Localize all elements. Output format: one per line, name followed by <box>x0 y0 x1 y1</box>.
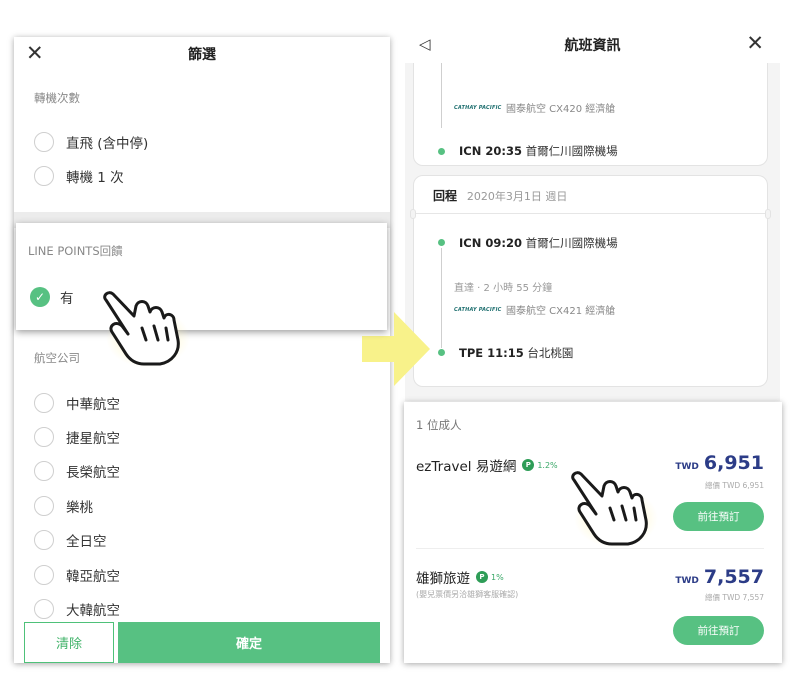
option-label: 直飛 (含中停) <box>66 136 149 152</box>
flight-duration: 直達 · 2 小時 55 分鐘 <box>454 283 553 294</box>
price-amount: 7,557 <box>703 566 764 588</box>
price-amount: 6,951 <box>703 452 764 474</box>
vendor-name: ezTravel 易遊網 P 1.2% <box>416 455 558 475</box>
book-button[interactable]: 前往預訂 <box>673 616 764 645</box>
offer-price: TWD 7,557 <box>675 566 764 588</box>
vendor-note: (嬰兒票價另洽雄獅客服確認) <box>416 590 519 599</box>
airline-option[interactable]: 全日空 <box>34 530 107 550</box>
option-label: 全日空 <box>66 534 107 550</box>
radio-icon[interactable] <box>34 461 54 481</box>
option-label: 中華航空 <box>66 397 120 413</box>
airline-option[interactable]: 大韓航空 <box>34 599 120 619</box>
points-percent: 1% <box>491 572 504 582</box>
currency: TWD <box>675 462 699 472</box>
check-icon[interactable]: ✓ <box>30 287 50 307</box>
outbound-card: CATHAY PACIFIC 國泰航空 CX420 經濟艙 ICN 20:35 … <box>413 49 768 166</box>
stops-option-one-stop[interactable]: 轉機 1 次 <box>34 166 124 186</box>
option-label: 轉機 1 次 <box>66 170 124 186</box>
filter-panel: ✕ 篩選 轉機次數 直飛 (含中停) 轉機 1 次 航空公司 中華航空 捷星航空… <box>14 37 390 663</box>
outbound-airline-row: CATHAY PACIFIC 國泰航空 CX420 經濟艙 <box>454 100 615 115</box>
arrival-code-time: ICN 20:35 <box>459 144 522 158</box>
arrival-airport: 台北桃園 <box>527 346 574 360</box>
airline-logo: CATHAY PACIFIC <box>454 104 502 111</box>
total-price: 總價 TWD 6,951 <box>704 481 764 490</box>
points-badge-icon: P <box>476 571 488 583</box>
airline-text: 國泰航空 CX421 經濟艙 <box>506 306 616 317</box>
depart-code-time: ICN 09:20 <box>459 236 522 250</box>
stop-dot <box>438 148 445 155</box>
filter-footer: 清除 確定 <box>14 622 390 663</box>
depart-airport: 首爾仁川國際機場 <box>525 236 618 250</box>
radio-icon[interactable] <box>34 427 54 447</box>
return-card: 回程 2020年3月1日 週日 ICN 09:20 首爾仁川國際機場 直達 · … <box>410 175 771 387</box>
radio-icon[interactable] <box>34 132 54 152</box>
airline-text: 國泰航空 CX420 經濟艙 <box>506 104 616 115</box>
offer-price: TWD 6,951 <box>675 452 764 474</box>
clear-button[interactable]: 清除 <box>24 622 114 663</box>
arrival-code-time: TPE 11:15 <box>459 346 524 360</box>
return-departure: ICN 09:20 首爾仁川國際機場 <box>459 235 618 251</box>
outbound-arrival: ICN 20:35 首爾仁川國際機場 <box>459 143 618 159</box>
points-section-label: LINE POINTS回饋 <box>28 244 123 258</box>
return-arrival: TPE 11:15 台北桃園 <box>459 345 573 361</box>
confirm-button[interactable]: 確定 <box>118 622 380 663</box>
airline-option[interactable]: 樂桃 <box>34 496 93 516</box>
option-label: 長榮航空 <box>66 465 120 481</box>
pointing-hand-icon <box>103 291 190 368</box>
airline-option[interactable]: 韓亞航空 <box>34 565 120 585</box>
filter-title: 篩選 <box>188 47 216 63</box>
vendor-name: 雄獅旅遊 P 1% <box>416 567 504 587</box>
line-points-filter-card: LINE POINTS回饋 ✓ 有 <box>16 223 387 330</box>
stop-dot <box>438 349 445 356</box>
option-label: 樂桃 <box>66 500 93 516</box>
close-icon[interactable]: ✕ <box>746 31 764 55</box>
passenger-count: 1 位成人 <box>416 418 462 432</box>
stops-option-nonstop[interactable]: 直飛 (含中停) <box>34 132 148 152</box>
option-label: 韓亞航空 <box>66 569 120 585</box>
book-button[interactable]: 前往預訂 <box>673 502 764 531</box>
filter-header: ✕ 篩選 <box>14 37 390 69</box>
radio-icon[interactable] <box>34 166 54 186</box>
return-label: 回程 <box>433 189 458 203</box>
flight-info-title: 航班資訊 <box>564 38 621 54</box>
radio-icon[interactable] <box>34 393 54 413</box>
total-price: 總價 TWD 7,557 <box>704 593 764 602</box>
airline-option[interactable]: 捷星航空 <box>34 427 120 447</box>
points-badge-icon: P <box>522 459 535 471</box>
radio-icon[interactable] <box>34 496 54 516</box>
route-line <box>441 248 442 348</box>
points-option-yes[interactable]: ✓ 有 <box>30 287 74 307</box>
pointing-hand-icon <box>571 471 658 548</box>
flight-info-panel: CATHAY PACIFIC 國泰航空 CX420 經濟艙 ICN 20:35 … <box>405 29 780 401</box>
option-label: 有 <box>60 291 74 307</box>
vendor-label: 雄獅旅遊 <box>416 571 470 587</box>
currency: TWD <box>675 576 699 586</box>
option-label: 大韓航空 <box>66 603 120 619</box>
airline-option[interactable]: 中華航空 <box>34 393 120 413</box>
return-airline-row: CATHAY PACIFIC 國泰航空 CX421 經濟艙 <box>454 302 615 317</box>
ticket-notch <box>765 209 771 219</box>
stop-dot <box>438 239 445 246</box>
vendor-label: ezTravel 易遊網 <box>416 459 517 475</box>
flight-info-header: ◁ 航班資訊 ✕ <box>405 29 780 63</box>
return-date: 2020年3月1日 週日 <box>466 190 568 203</box>
return-header: 回程 2020年3月1日 週日 <box>414 176 767 214</box>
airline-logo: CATHAY PACIFIC <box>454 306 502 313</box>
radio-icon[interactable] <box>34 565 54 585</box>
stops-section-label: 轉機次數 <box>34 91 80 105</box>
radio-icon[interactable] <box>34 599 54 619</box>
radio-icon[interactable] <box>34 530 54 550</box>
airline-option[interactable]: 長榮航空 <box>34 461 120 481</box>
airline-section-label: 航空公司 <box>34 351 80 365</box>
arrival-airport: 首爾仁川國際機場 <box>525 144 618 158</box>
points-percent: 1.2% <box>537 460 558 470</box>
ticket-notch <box>410 209 416 219</box>
option-label: 捷星航空 <box>66 431 120 447</box>
